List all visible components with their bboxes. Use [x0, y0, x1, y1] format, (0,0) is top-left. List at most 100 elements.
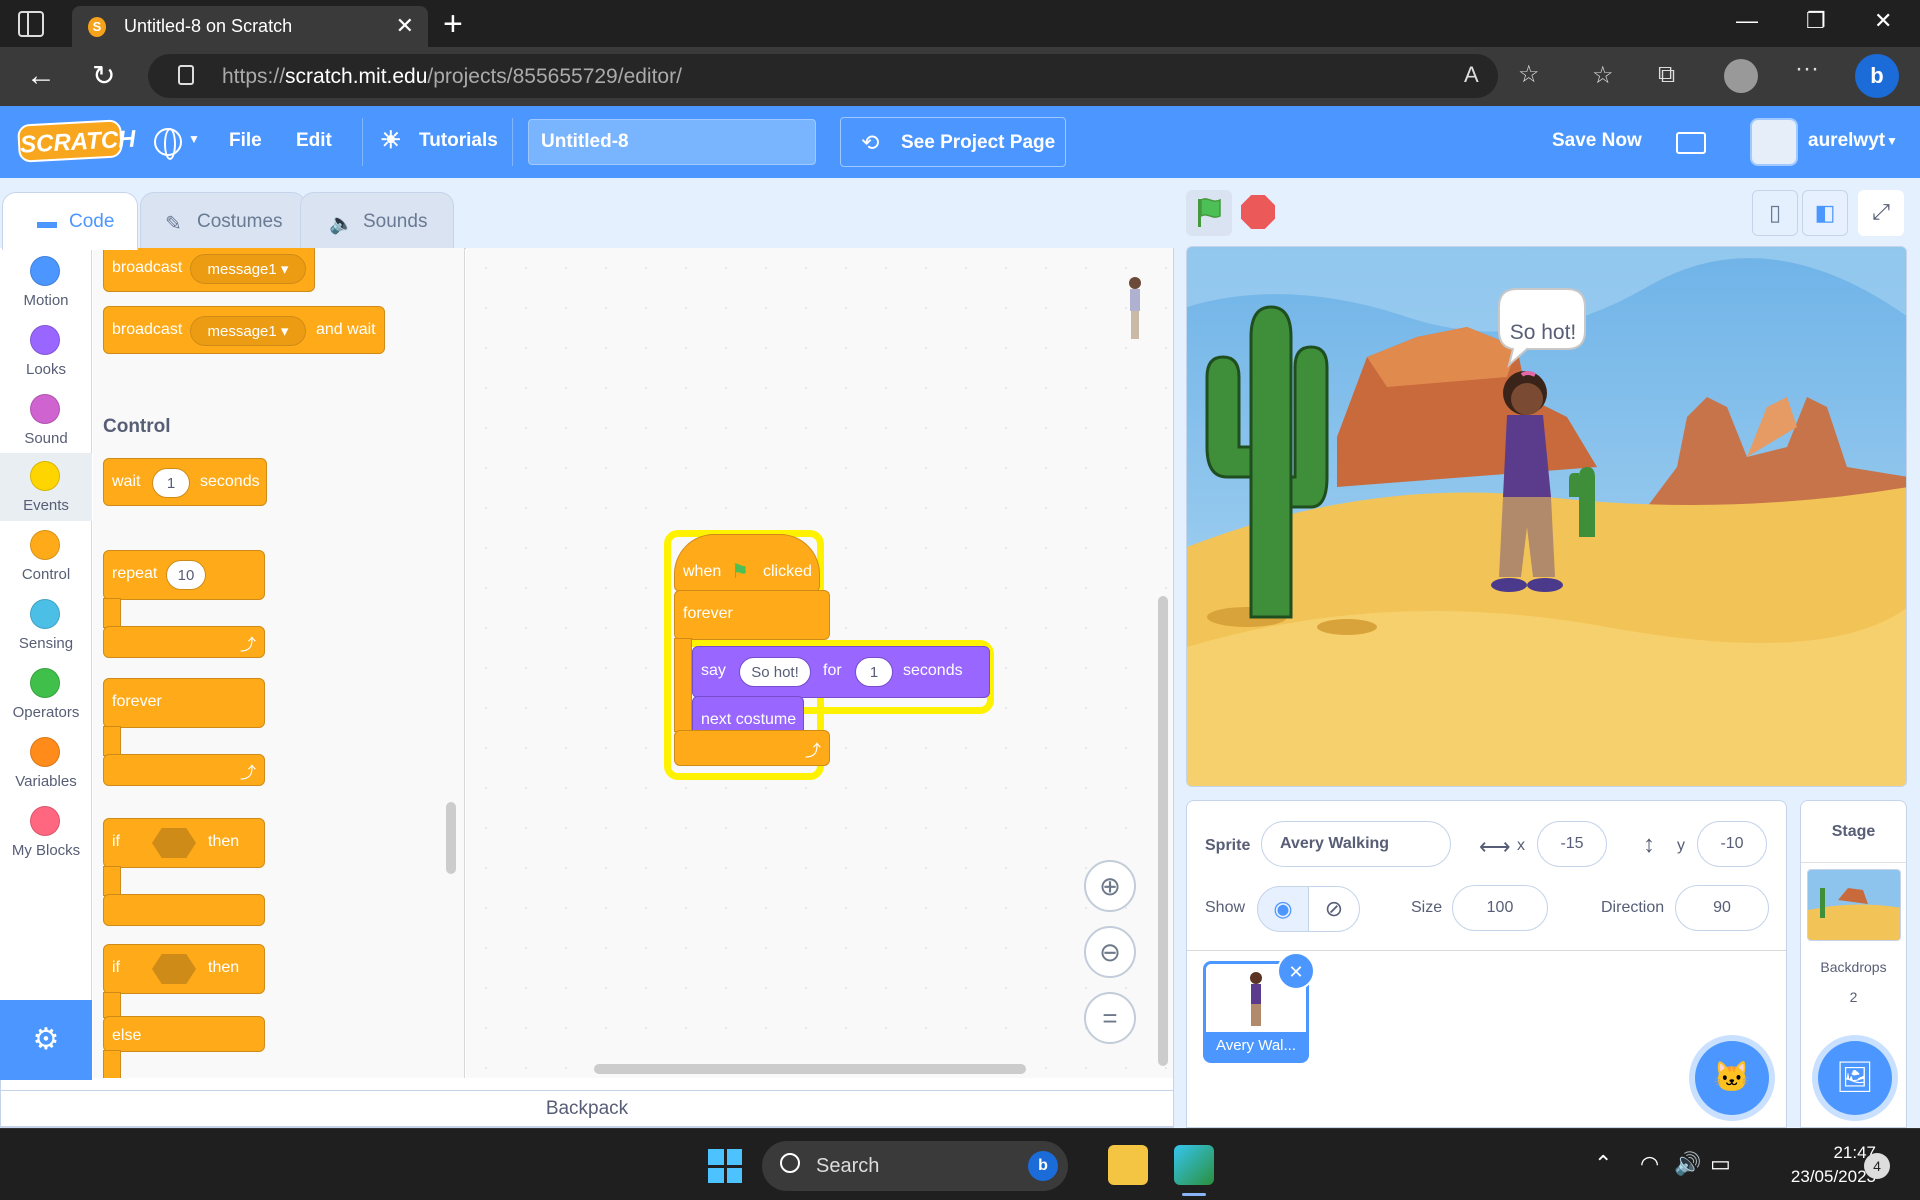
minimize-icon[interactable]: —	[1736, 8, 1758, 34]
y-input[interactable]: -10	[1697, 821, 1767, 867]
category-sound[interactable]: Sound	[0, 386, 92, 454]
language-globe-icon[interactable]	[154, 128, 182, 160]
say-text-input[interactable]: So hot!	[739, 657, 811, 687]
edit-menu[interactable]: Edit	[296, 130, 332, 152]
forever-foot: ⤴	[103, 754, 265, 786]
repeat-value[interactable]: 10	[166, 560, 206, 590]
workspace-horizontal-scrollbar[interactable]	[594, 1064, 1026, 1074]
zoom-out-button[interactable]: ⊖	[1084, 926, 1136, 978]
palette-scrollbar[interactable]	[446, 802, 456, 874]
delete-sprite-button[interactable]: ✕	[1277, 952, 1315, 990]
backpack-bar[interactable]: Backpack	[0, 1090, 1174, 1127]
workspace-vertical-scrollbar[interactable]	[1158, 596, 1168, 1066]
fullscreen-button[interactable]: ⤢	[1858, 190, 1904, 236]
broadcast-and-wait-block[interactable]: broadcast message1 ▾ and wait	[103, 306, 385, 354]
close-window-icon[interactable]: ✕	[1874, 8, 1892, 34]
script-workspace[interactable]: when ⚑ clicked forever say So hot! for 1…	[466, 248, 1173, 1078]
tutorials-menu[interactable]: Tutorials	[419, 130, 498, 152]
small-stage-button[interactable]: ▯	[1752, 190, 1798, 236]
file-menu[interactable]: File	[229, 130, 262, 152]
category-my-blocks[interactable]: My Blocks	[0, 798, 92, 866]
category-motion[interactable]: Motion	[0, 248, 92, 316]
show-hidden-button[interactable]: ⊘	[1308, 886, 1360, 932]
repeat-block[interactable]: repeat 10	[103, 550, 265, 600]
if-then-block[interactable]: if then	[103, 818, 265, 868]
stage-selector[interactable]: Stage Backdrops 2 🖼	[1800, 800, 1907, 1128]
message-dropdown[interactable]: message1 ▾	[190, 316, 306, 346]
tab-sounds[interactable]: 🔈 Sounds	[300, 192, 454, 250]
repeat-foot: ⤴	[103, 626, 265, 658]
condition-slot[interactable]	[152, 954, 196, 984]
see-project-page-button[interactable]: ⟲ See Project Page	[840, 117, 1066, 167]
save-now-button[interactable]: Save Now	[1552, 130, 1642, 152]
direction-input[interactable]: 90	[1675, 885, 1769, 931]
choose-sprite-button[interactable]: 🐱	[1695, 1041, 1769, 1115]
forever-script-block[interactable]: forever	[674, 590, 830, 640]
sprite-name-input[interactable]: Avery Walking	[1261, 821, 1451, 867]
equals-icon: =	[1102, 1003, 1118, 1033]
user-avatar[interactable]	[1750, 118, 1798, 166]
tab-costumes[interactable]: ✎ Costumes	[140, 192, 306, 250]
category-looks[interactable]: Looks	[0, 317, 92, 385]
battery-icon[interactable]: ▭	[1710, 1151, 1731, 1177]
notification-badge[interactable]: 4	[1864, 1153, 1890, 1179]
new-tab-icon[interactable]: +	[443, 5, 463, 44]
choose-backdrop-button[interactable]: 🖼	[1818, 1041, 1892, 1115]
read-aloud-icon[interactable]: A	[1464, 62, 1479, 88]
file-explorer-icon[interactable]	[1108, 1145, 1148, 1185]
close-tab-icon[interactable]: ✕	[396, 13, 414, 39]
wait-value[interactable]: 1	[152, 468, 190, 498]
forever-block[interactable]: forever	[103, 678, 265, 728]
restore-icon[interactable]: ❐	[1806, 8, 1826, 34]
condition-slot[interactable]	[152, 828, 196, 858]
windows-start-icon[interactable]	[708, 1149, 742, 1183]
say-seconds-input[interactable]: 1	[855, 657, 893, 687]
edge-browser-icon[interactable]	[1174, 1145, 1214, 1185]
category-control[interactable]: Control	[0, 522, 92, 590]
category-operators[interactable]: Operators	[0, 660, 92, 728]
favorites-icon[interactable]: ☆	[1592, 61, 1614, 90]
wait-block[interactable]: wait 1 seconds	[103, 458, 267, 506]
category-variables[interactable]: Variables	[0, 729, 92, 797]
when-flag-clicked-hat[interactable]: when ⚑ clicked	[674, 534, 820, 592]
category-sensing[interactable]: Sensing	[0, 591, 92, 659]
broadcast-block[interactable]: broadcast message1 ▾	[103, 248, 315, 292]
category-events[interactable]: Events	[0, 453, 92, 521]
speaker-icon: 🔈	[329, 213, 354, 235]
collections-icon[interactable]: ⧉	[1658, 61, 1675, 89]
stage-canvas[interactable]: So hot!	[1186, 246, 1907, 787]
sidebar-toggle-icon[interactable]	[18, 11, 44, 37]
show-visible-button[interactable]: ◉	[1257, 886, 1309, 932]
normal-stage-button[interactable]: ◧	[1802, 190, 1848, 236]
url-bar[interactable]: https://scratch.mit.edu/projects/8556557…	[148, 54, 1540, 98]
looks-dot-icon	[30, 325, 60, 355]
back-icon[interactable]: ←	[26, 59, 56, 93]
chevron-up-icon[interactable]: ⌃	[1594, 1151, 1612, 1177]
scratch-logo[interactable]: SCRATCH	[17, 119, 136, 163]
if-then-else-block[interactable]: if then	[103, 944, 265, 994]
refresh-icon[interactable]: ↻	[92, 59, 115, 92]
add-favorite-icon[interactable]: ☆	[1518, 60, 1540, 89]
zoom-reset-button[interactable]: =	[1084, 992, 1136, 1044]
bing-copilot-icon[interactable]: b	[1855, 54, 1899, 98]
browser-tab[interactable]: S Untitled-8 on Scratch ✕	[72, 6, 428, 47]
vertical-arrows-icon: ↕	[1643, 831, 1655, 858]
more-menu-icon[interactable]: ···	[1795, 55, 1819, 83]
username-menu[interactable]: aurelwyt	[1808, 130, 1885, 152]
message-dropdown[interactable]: message1 ▾	[190, 254, 306, 284]
green-flag-button[interactable]	[1186, 190, 1232, 236]
zoom-in-button[interactable]: ⊕	[1084, 860, 1136, 912]
volume-icon[interactable]: 🔊	[1674, 1151, 1701, 1177]
x-input[interactable]: -15	[1537, 821, 1607, 867]
add-extension-button[interactable]: ⚙	[0, 1000, 92, 1080]
profile-icon[interactable]	[1724, 59, 1758, 93]
lightbulb-icon: ☀	[380, 127, 402, 154]
tab-code[interactable]: ▬ Code	[2, 192, 138, 250]
taskbar-clock[interactable]: 21:47 23/05/2023	[1756, 1141, 1876, 1189]
size-input[interactable]: 100	[1452, 885, 1548, 931]
project-title-input[interactable]: Untitled-8	[528, 119, 816, 165]
say-for-seconds-block[interactable]: say So hot! for 1 seconds	[692, 646, 990, 698]
wifi-icon[interactable]: ◠	[1640, 1151, 1659, 1177]
my-stuff-folder-icon[interactable]	[1676, 132, 1706, 154]
taskbar-search[interactable]: Search b	[762, 1141, 1068, 1191]
